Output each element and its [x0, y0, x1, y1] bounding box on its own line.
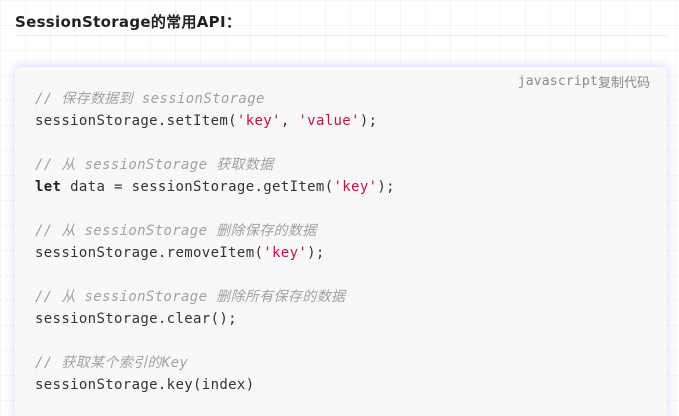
code-line: sessionStorage.key(index) — [35, 374, 395, 396]
code-text: sessionStorage.key(index) — [35, 377, 255, 393]
code-text: sessionStorage.removeItem( — [35, 245, 264, 261]
code-line: // 保存数据到 sessionStorage — [35, 88, 395, 110]
code-text: , — [280, 113, 299, 129]
code-line: let data = sessionStorage.getItem('key')… — [35, 176, 395, 198]
code-comment: // 获取某个索引的Key — [35, 355, 189, 371]
code-string: 'key' — [236, 113, 281, 129]
code-text: sessionStorage.clear(); — [35, 311, 237, 327]
code-text: sessionStorage.setItem( — [35, 113, 237, 129]
code-toolbar: javascript 复制代码 — [518, 72, 650, 91]
code-language-label: javascript — [517, 74, 598, 89]
heading-divider — [15, 35, 667, 36]
code-block: javascript 复制代码 // 保存数据到 sessionStorage … — [15, 67, 667, 416]
code-string: 'key' — [333, 179, 378, 195]
code-line: // 从 sessionStorage 删除所有保存的数据 — [35, 286, 395, 308]
section-heading: SessionStorage的常用API： — [15, 13, 242, 31]
code-line: sessionStorage.setItem('key', 'value'); — [35, 110, 395, 132]
code-line: sessionStorage.clear(); — [35, 308, 395, 330]
code-comment: // 从 sessionStorage 删除保存的数据 — [35, 223, 317, 239]
code-text: ); — [377, 179, 395, 195]
code-comment: // 保存数据到 sessionStorage — [35, 91, 265, 107]
code-line: // 从 sessionStorage 获取数据 — [35, 154, 395, 176]
code-string: 'value' — [298, 113, 360, 129]
code-line: // 从 sessionStorage 删除保存的数据 — [35, 220, 395, 242]
code-text: data = sessionStorage.getItem( — [61, 179, 334, 195]
copy-code-button[interactable]: 复制代码 — [598, 72, 650, 91]
code-content: // 保存数据到 sessionStorage sessionStorage.s… — [35, 88, 395, 396]
code-keyword: let — [35, 179, 62, 195]
code-text: ); — [307, 245, 325, 261]
code-line: // 获取某个索引的Key — [35, 352, 395, 374]
code-comment: // 从 sessionStorage 获取数据 — [35, 157, 274, 173]
code-text: ); — [359, 113, 378, 129]
code-string: 'key' — [263, 245, 308, 261]
code-line: sessionStorage.removeItem('key'); — [35, 242, 395, 264]
code-comment: // 从 sessionStorage 删除所有保存的数据 — [35, 289, 346, 305]
